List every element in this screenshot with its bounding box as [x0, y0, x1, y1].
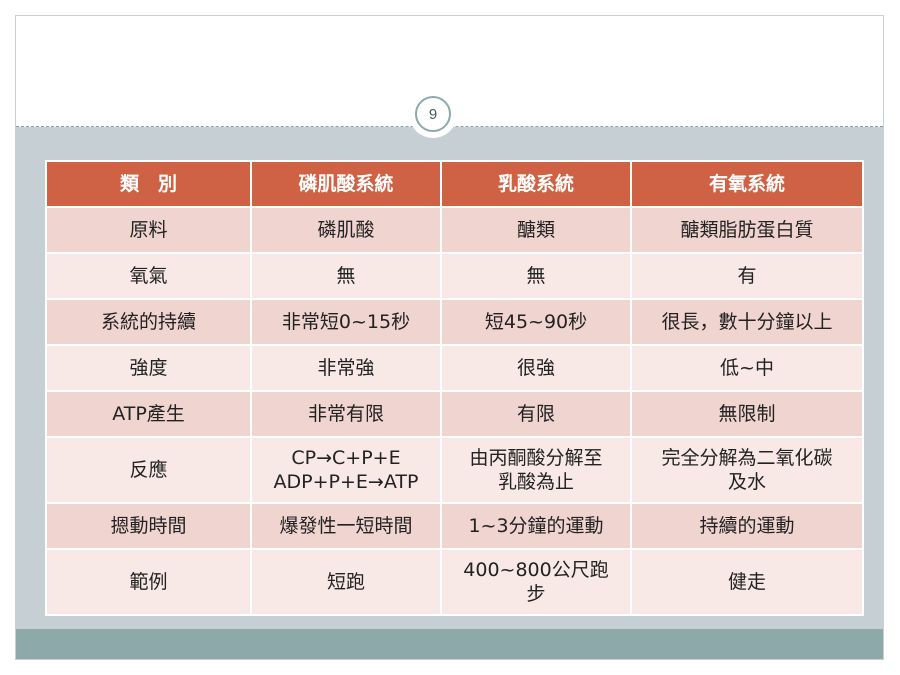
cell-text: 有限: [516, 403, 555, 425]
table-cell: 摁動時間: [45, 502, 252, 550]
table-cell: 無限制: [630, 390, 864, 438]
table-cell: 爆發性一短時間: [250, 502, 442, 550]
table-header-row: 類 別 磷肌酸系統 乳酸系統 有氧系統: [45, 160, 864, 208]
table-row: 原料 磷肌酸 醣類 醣類脂肪蛋白質: [45, 206, 864, 254]
table-cell: 很長，數十分鐘以上: [630, 298, 864, 346]
table-cell: 非常強: [250, 344, 442, 392]
table-row: ATP產生 非常有限 有限 無限制: [45, 390, 864, 438]
cell-text: 由丙酮酸分解至: [469, 447, 603, 469]
cell-text: 很強: [516, 357, 555, 379]
cell-text: 磷肌酸: [317, 219, 375, 241]
cell-text: 1~3分鐘的運動: [468, 515, 604, 537]
page-number: 9: [415, 96, 451, 132]
cell-text: 非常有限: [307, 403, 384, 425]
table-cell: 非常短0~15秒: [250, 298, 442, 346]
cell-text: 短45~90秒: [484, 311, 588, 333]
cell-text: 爆發性一短時間: [279, 515, 413, 537]
cell-text: 步: [526, 583, 546, 605]
page-number-badge: 9: [409, 90, 457, 138]
table-cell: 醣類: [440, 206, 632, 254]
table-cell: 氧氣: [45, 252, 252, 300]
cell-text: 有: [737, 265, 757, 287]
cell-text: 系統的持續: [100, 311, 196, 333]
table-cell: 無: [440, 252, 632, 300]
table-cell: 400~800公尺跑步: [440, 548, 632, 616]
table-cell: 範例: [45, 548, 252, 616]
header-cell: 類 別: [45, 160, 252, 208]
table-cell: 反應: [45, 436, 252, 504]
cell-text: ATP產生: [112, 403, 185, 425]
slide-footer-bar: [16, 629, 883, 659]
cell-text: 範例: [129, 571, 168, 593]
table-row: 氧氣 無 無 有: [45, 252, 864, 300]
table-cell: 無: [250, 252, 442, 300]
cell-text: 完全分解為二氧化碳: [661, 447, 833, 469]
table-cell: 短跑: [250, 548, 442, 616]
table-cell: ATP產生: [45, 390, 252, 438]
table-cell: 低~中: [630, 344, 864, 392]
header-cell: 有氧系統: [630, 160, 864, 208]
cell-text: 強度: [129, 357, 168, 379]
cell-text: 無限制: [718, 403, 776, 425]
table-cell: 原料: [45, 206, 252, 254]
cell-text: 醣類脂肪蛋白質: [680, 219, 814, 241]
table-cell: 強度: [45, 344, 252, 392]
cell-text: ADP+P+E→ATP: [273, 471, 419, 493]
table-cell: 完全分解為二氧化碳 及水: [630, 436, 864, 504]
cell-text: 很長，數十分鐘以上: [661, 311, 833, 333]
cell-text: 醣類: [516, 219, 555, 241]
table-cell: CP→C+P+E ADP+P+E→ATP: [250, 436, 442, 504]
cell-text: 及水: [727, 471, 766, 493]
cell-text: 無: [526, 265, 546, 287]
table-cell: 非常有限: [250, 390, 442, 438]
table-cell: 短45~90秒: [440, 298, 632, 346]
table-cell: 健走: [630, 548, 864, 616]
table-row: 強度 非常強 很強 低~中: [45, 344, 864, 392]
table-cell: 由丙酮酸分解至 乳酸為止: [440, 436, 632, 504]
cell-text: 氧氣: [129, 265, 168, 287]
table-cell: 磷肌酸: [250, 206, 442, 254]
cell-text: 乳酸為止: [497, 471, 574, 493]
table-cell: 系統的持續: [45, 298, 252, 346]
table-row: 摁動時間 爆發性一短時間 1~3分鐘的運動 持續的運動: [45, 502, 864, 550]
cell-text: 健走: [727, 571, 766, 593]
table-cell: 持續的運動: [630, 502, 864, 550]
cell-text: 原料: [129, 219, 168, 241]
energy-systems-table: 類 別 磷肌酸系統 乳酸系統 有氧系統 原料 磷肌酸 醣類 醣類脂肪蛋白質 氧氣無無有系…: [45, 160, 864, 616]
cell-text: 持續的運動: [699, 515, 795, 537]
table-row: 範例 短跑 400~800公尺跑步 健走: [45, 548, 864, 616]
cell-text: CP→C+P+E: [291, 447, 401, 469]
table-cell: 很強: [440, 344, 632, 392]
cell-text: 反應: [129, 459, 168, 481]
cell-text: 非常強: [317, 357, 375, 379]
cell-text: 短跑: [326, 571, 365, 593]
header-cell: 磷肌酸系統: [250, 160, 442, 208]
cell-text: 摁動時間: [110, 515, 187, 537]
cell-text: 非常短0~15秒: [281, 311, 411, 333]
table-cell: 有限: [440, 390, 632, 438]
cell-text: 無: [336, 265, 356, 287]
cell-text: 低~中: [720, 357, 774, 379]
table-cell: 1~3分鐘的運動: [440, 502, 632, 550]
table-row: 系統的持續 非常短0~15秒 短45~90秒 很長，數十分鐘以上: [45, 298, 864, 346]
table-cell: 有: [630, 252, 864, 300]
cell-text: 400~800公尺跑: [463, 559, 609, 581]
table-cell: 醣類脂肪蛋白質: [630, 206, 864, 254]
table-row: 反應 CP→C+P+E ADP+P+E→ATP 由丙酮酸分解至 乳酸為止 完全分解為二氧化…: [45, 436, 864, 504]
header-cell: 乳酸系統: [440, 160, 632, 208]
